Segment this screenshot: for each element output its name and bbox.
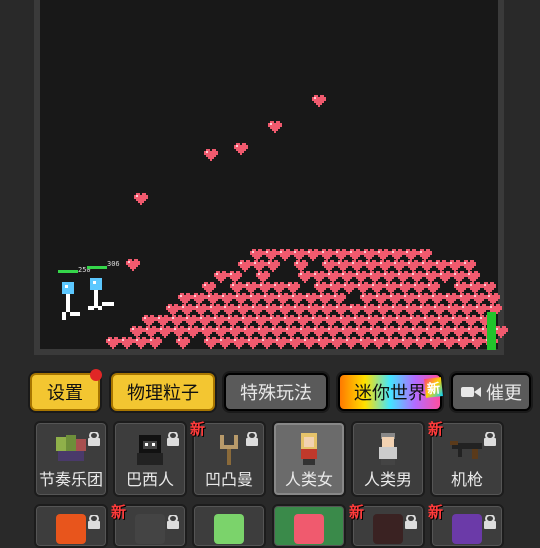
heart-particle-icon [264, 246, 278, 258]
heart-particle-icon [376, 246, 390, 258]
heart-particle-icon [126, 256, 140, 268]
heart-particle-icon [434, 257, 448, 269]
music-band-icon [54, 431, 88, 469]
new-badge: 新 [190, 418, 205, 439]
lock-icon [484, 514, 496, 528]
item-label: 巴西人 [115, 466, 185, 490]
heart-particle-icon [312, 92, 326, 104]
heart-particle-icon [448, 257, 462, 269]
heart-particle-icon [362, 246, 376, 258]
new-badge: 新 [428, 418, 443, 439]
heart-particle-icon [278, 246, 292, 258]
lock-icon [88, 431, 100, 445]
special-play-tab[interactable]: 特殊玩法 [224, 373, 328, 411]
item-label: 人类男 [353, 466, 423, 490]
heart-particle-icon [134, 190, 148, 202]
heart-particle-icon [292, 246, 306, 258]
item-human-male[interactable]: 人类男 [351, 421, 425, 497]
slingshot-icon [212, 431, 246, 469]
heart-particle-icon [404, 246, 418, 258]
video-camera-icon [460, 384, 482, 400]
heart-particle-icon [334, 246, 348, 258]
gorilla-icon [133, 431, 167, 469]
item-human-female[interactable]: 人类女 [272, 421, 346, 497]
lock-icon [167, 514, 179, 528]
heart-particle-icon [272, 279, 286, 291]
item-label: 机枪 [432, 466, 502, 490]
human-male-icon [371, 431, 405, 469]
machine-gun-icon [450, 431, 484, 469]
item-gorilla[interactable]: 巴西人 [113, 421, 187, 497]
heart-particle-icon [142, 312, 156, 324]
settings-button[interactable]: 设置 [30, 373, 100, 411]
heart-particle-icon [106, 334, 120, 346]
heart-particle-icon [234, 140, 248, 152]
lock-icon [246, 431, 258, 445]
new-badge: 新 [349, 501, 364, 522]
heart-particle-icon [494, 323, 508, 335]
physics-particles-tab[interactable]: 物理粒子 [111, 373, 215, 411]
heart-particle-icon [320, 246, 334, 258]
heart-particle-icon [306, 246, 320, 258]
heart-particle-icon [178, 290, 192, 302]
heart-particle-icon [268, 118, 282, 130]
item-heart[interactable] [272, 504, 346, 548]
more-button[interactable]: 催更 [451, 373, 531, 411]
notification-dot [90, 369, 102, 381]
lock-icon [88, 514, 100, 528]
stick-figure-2-icon [86, 278, 120, 318]
heart-particle-icon [348, 246, 362, 258]
heart-particle-icon [390, 246, 404, 258]
new-badge: 新 [111, 501, 126, 522]
more-label: 催更 [486, 379, 522, 405]
green-block-column [487, 312, 496, 350]
item-label: 人类女 [274, 466, 344, 490]
item-fire[interactable] [34, 504, 108, 548]
heart-particle-icon [462, 257, 476, 269]
item-label: 节奏乐团 [36, 466, 106, 490]
item-music-band[interactable]: 节奏乐团 [34, 421, 108, 497]
heart-particle-icon [214, 268, 228, 280]
lock-icon [405, 514, 417, 528]
new-badge: 新 [428, 501, 443, 522]
heart-particle-icon [204, 146, 218, 158]
player-2-hp-bar [87, 266, 107, 269]
mini-world-new-badge: 新 [424, 377, 443, 398]
stick-figure-1-icon [58, 282, 88, 322]
lock-icon [167, 431, 179, 445]
item-potion[interactable] [192, 504, 266, 548]
player-1-hp-bar [58, 270, 78, 273]
item-label: 凹凸曼 [194, 466, 264, 490]
lock-icon [484, 431, 496, 445]
player-2-hp-label: 306 [107, 260, 120, 268]
human-female-icon [292, 431, 326, 469]
heart-particle-icon [250, 246, 264, 258]
heart-particle-icon [482, 279, 496, 291]
heart-particle-icon [418, 246, 432, 258]
sandbox-floor [34, 349, 504, 355]
